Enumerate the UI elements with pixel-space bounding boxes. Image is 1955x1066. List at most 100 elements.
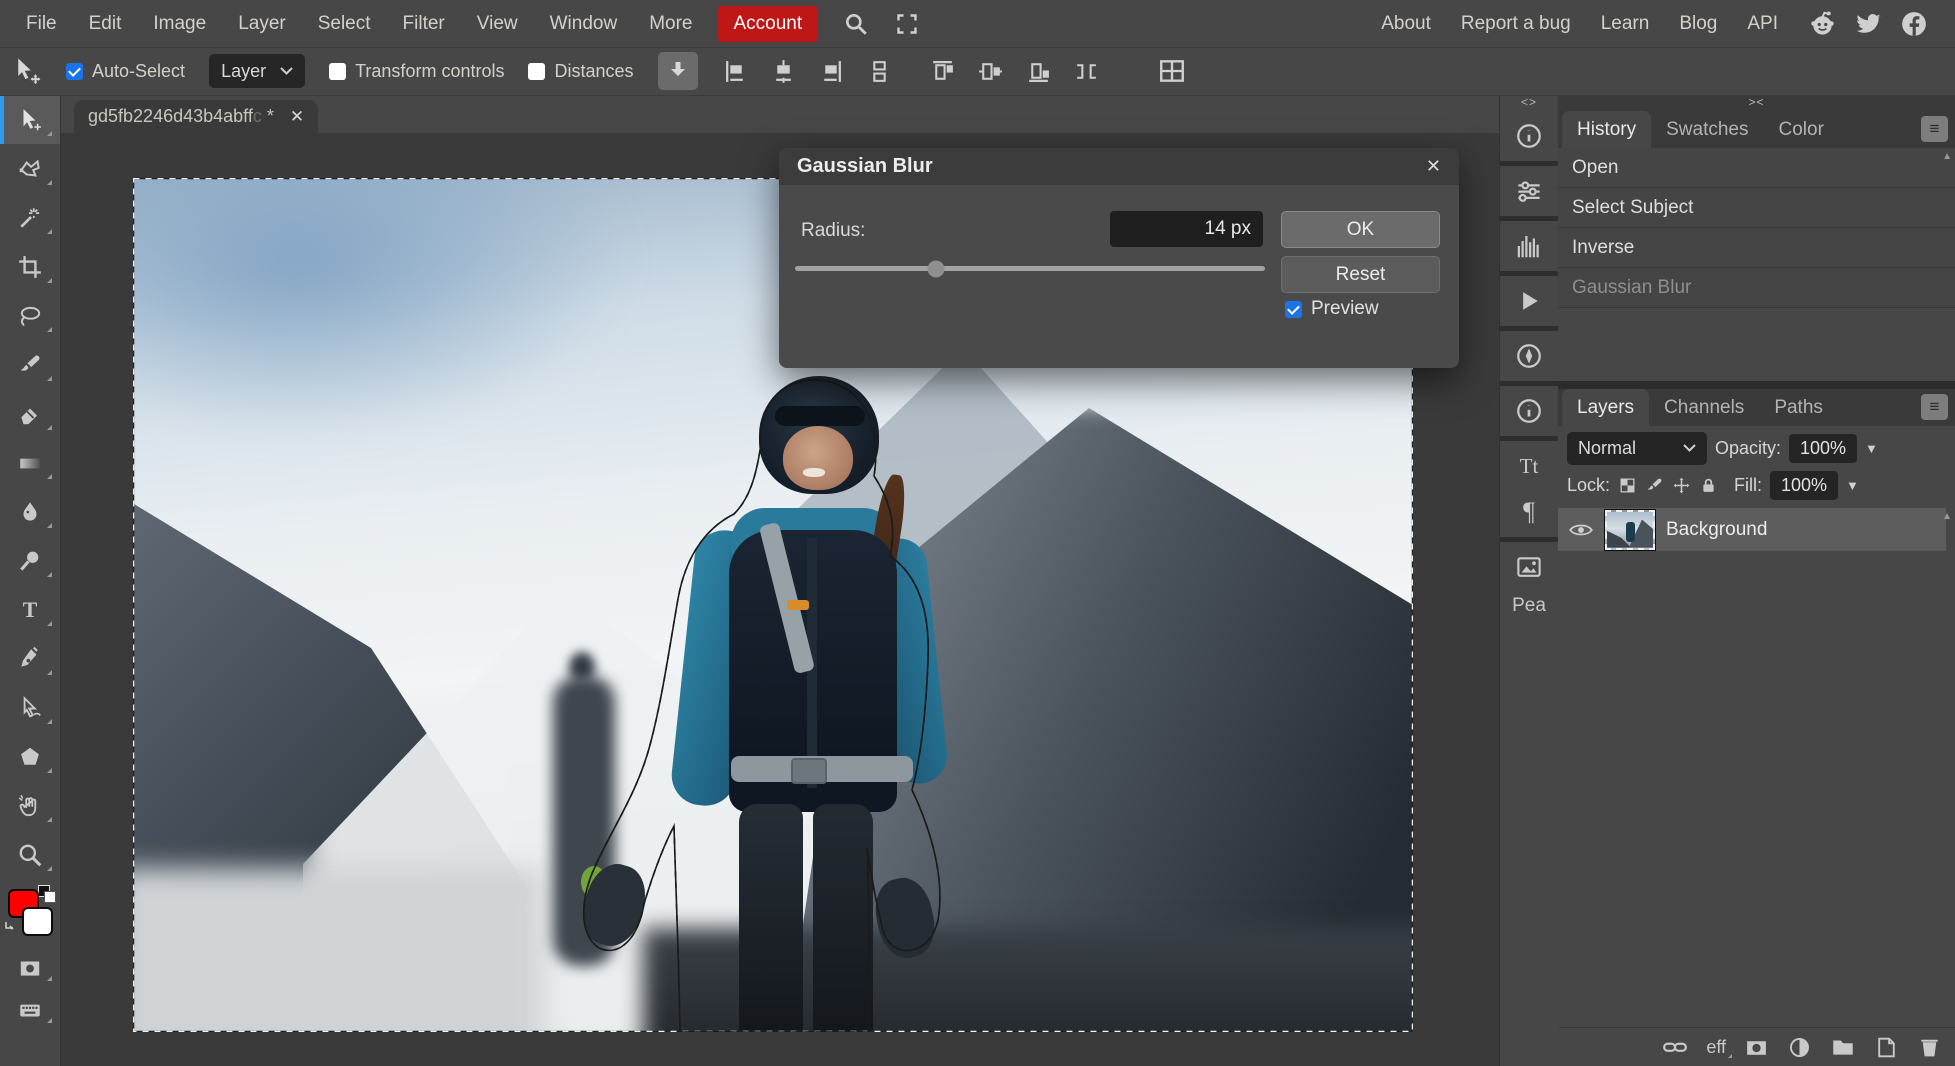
- layer-row-background[interactable]: Background: [1558, 508, 1946, 551]
- history-item[interactable]: Select Subject: [1558, 188, 1955, 228]
- distribute-vertical-button[interactable]: [866, 58, 893, 85]
- pen-tool[interactable]: [0, 634, 60, 683]
- crop-tool[interactable]: [0, 242, 60, 291]
- link-icon[interactable]: [1662, 1034, 1688, 1060]
- download-button[interactable]: [658, 52, 698, 90]
- image-panel-icon[interactable]: [1514, 549, 1544, 585]
- tab-paths[interactable]: Paths: [1759, 389, 1838, 426]
- polygonal-lasso-tool[interactable]: [0, 144, 60, 193]
- scroll-up-icon[interactable]: ▲: [1942, 511, 1952, 522]
- search-icon[interactable]: [843, 11, 869, 37]
- compass-icon[interactable]: [1514, 338, 1544, 374]
- history-menu-button[interactable]: ≡: [1921, 116, 1948, 142]
- preview-option[interactable]: Preview: [1285, 298, 1379, 320]
- opacity-value[interactable]: 100%: [1789, 434, 1857, 463]
- magic-wand-tool[interactable]: [0, 193, 60, 242]
- lock-pixels-icon[interactable]: [1645, 476, 1664, 495]
- brush-tool[interactable]: [0, 340, 60, 389]
- align-top-button[interactable]: [929, 58, 956, 85]
- layer-effects-button[interactable]: eff: [1706, 1037, 1726, 1058]
- info-icon[interactable]: [1514, 118, 1544, 154]
- preview-checkbox[interactable]: [1285, 301, 1302, 318]
- tab-color[interactable]: Color: [1764, 111, 1839, 148]
- link-report-bug[interactable]: Report a bug: [1461, 13, 1571, 35]
- tab-history[interactable]: History: [1562, 111, 1651, 148]
- quick-mask-tool[interactable]: [0, 947, 60, 989]
- menu-window[interactable]: Window: [534, 13, 634, 35]
- pea-label[interactable]: Pea: [1512, 595, 1546, 617]
- align-right-button[interactable]: [818, 58, 845, 85]
- reddit-icon[interactable]: [1808, 9, 1837, 38]
- visibility-eye-icon[interactable]: [1568, 522, 1594, 538]
- link-api[interactable]: API: [1747, 13, 1778, 35]
- keyboard-tool[interactable]: [0, 989, 60, 1031]
- swap-colors-icon[interactable]: [4, 921, 19, 936]
- align-center-horizontal-button[interactable]: [770, 58, 797, 85]
- fill-dropdown-icon[interactable]: ▼: [1846, 478, 1859, 493]
- paragraph-panel-icon[interactable]: ¶: [1523, 494, 1535, 530]
- tile-view-button[interactable]: [1158, 57, 1186, 85]
- path-select-tool[interactable]: [0, 683, 60, 732]
- menu-file[interactable]: File: [10, 13, 73, 35]
- tab-close-icon[interactable]: ✕: [290, 107, 304, 127]
- play-icon[interactable]: [1515, 283, 1543, 319]
- tab-layers[interactable]: Layers: [1562, 389, 1649, 426]
- histogram-icon[interactable]: [1514, 228, 1544, 264]
- rail-collapse-toggle[interactable]: <>: [1521, 95, 1537, 111]
- background-color-swatch[interactable]: [22, 907, 53, 936]
- account-button[interactable]: Account: [718, 6, 817, 42]
- dialog-titlebar[interactable]: Gaussian Blur ✕: [779, 148, 1459, 185]
- zoom-tool[interactable]: [0, 830, 60, 879]
- fill-value[interactable]: 100%: [1770, 471, 1838, 500]
- menu-select[interactable]: Select: [302, 13, 387, 35]
- lock-transparency-icon[interactable]: [1618, 476, 1637, 495]
- mask-icon[interactable]: [1744, 1035, 1769, 1060]
- distances-option[interactable]: Distances: [528, 61, 633, 82]
- menu-filter[interactable]: Filter: [387, 13, 461, 35]
- target-dropdown[interactable]: Layer: [209, 54, 305, 88]
- fullscreen-icon[interactable]: [895, 12, 919, 36]
- opacity-dropdown-icon[interactable]: ▼: [1865, 441, 1878, 456]
- panel-collapse-toggle[interactable]: ><: [1558, 95, 1955, 111]
- blur-tool[interactable]: [0, 487, 60, 536]
- eraser-tool[interactable]: [0, 389, 60, 438]
- menu-view[interactable]: View: [461, 13, 534, 35]
- new-layer-icon[interactable]: [1874, 1035, 1899, 1060]
- radius-input[interactable]: 14 px: [1110, 211, 1263, 247]
- align-left-button[interactable]: [722, 58, 749, 85]
- link-blog[interactable]: Blog: [1679, 13, 1717, 35]
- lasso-tool[interactable]: [0, 291, 60, 340]
- auto-select-checkbox[interactable]: [66, 63, 83, 80]
- lock-all-icon[interactable]: [1699, 476, 1718, 495]
- facebook-icon[interactable]: [1899, 9, 1929, 39]
- auto-select-option[interactable]: Auto-Select: [66, 61, 185, 82]
- align-middle-button[interactable]: [977, 58, 1004, 85]
- trash-icon[interactable]: [1917, 1035, 1942, 1060]
- dialog-close-icon[interactable]: ✕: [1426, 156, 1441, 177]
- folder-icon[interactable]: [1830, 1034, 1856, 1060]
- transform-controls-option[interactable]: Transform controls: [329, 61, 504, 82]
- document-tab[interactable]: gd5fb2246d43b4abffc * ✕: [74, 100, 318, 133]
- layers-menu-button[interactable]: ≡: [1921, 394, 1948, 420]
- adjustments-icon[interactable]: [1514, 173, 1544, 209]
- radius-slider[interactable]: [795, 266, 1265, 271]
- twitter-icon[interactable]: [1853, 9, 1883, 39]
- menu-image[interactable]: Image: [137, 13, 222, 35]
- menu-layer[interactable]: Layer: [222, 13, 302, 35]
- link-about[interactable]: About: [1381, 13, 1431, 35]
- lock-position-icon[interactable]: [1672, 476, 1691, 495]
- tab-swatches[interactable]: Swatches: [1651, 111, 1763, 148]
- history-item[interactable]: Open: [1558, 148, 1955, 188]
- scroll-up-icon[interactable]: ▲: [1942, 151, 1952, 162]
- layer-thumbnail[interactable]: [1605, 510, 1655, 550]
- menu-edit[interactable]: Edit: [73, 13, 138, 35]
- dodge-tool[interactable]: [0, 536, 60, 585]
- blend-mode-dropdown[interactable]: Normal: [1567, 432, 1707, 465]
- radius-slider-thumb[interactable]: [928, 260, 945, 277]
- distances-checkbox[interactable]: [528, 63, 545, 80]
- transform-controls-checkbox[interactable]: [329, 63, 346, 80]
- hand-tool[interactable]: [0, 781, 60, 830]
- link-learn[interactable]: Learn: [1601, 13, 1650, 35]
- properties-info-icon[interactable]: [1514, 393, 1544, 429]
- menu-more[interactable]: More: [633, 13, 708, 35]
